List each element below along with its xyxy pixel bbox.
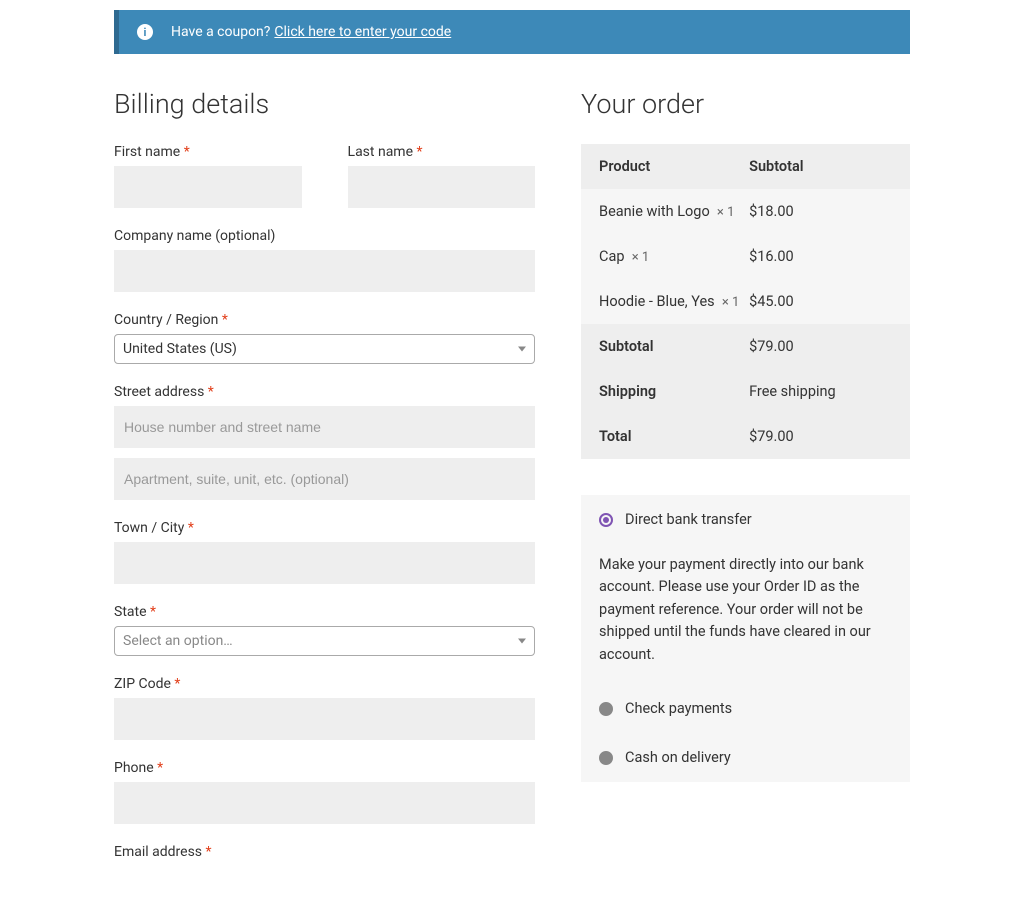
phone-label: Phone * (114, 760, 535, 776)
table-row: Hoodie - Blue, Yes × 1 $45.00 (581, 279, 910, 324)
zip-input[interactable] (114, 698, 535, 740)
last-name-input[interactable] (348, 166, 536, 208)
state-label: State * (114, 604, 535, 620)
total-value: $79.00 (749, 428, 892, 445)
city-label: Town / City * (114, 520, 535, 536)
first-name-label: First name * (114, 144, 302, 160)
subtotal-label: Subtotal (599, 338, 749, 355)
street-input-2[interactable] (114, 458, 535, 500)
payment-option-cod[interactable]: Cash on delivery (581, 733, 910, 782)
order-heading: Your order (581, 88, 910, 120)
info-icon: i (137, 24, 153, 40)
street-input-1[interactable] (114, 406, 535, 448)
first-name-input[interactable] (114, 166, 302, 208)
coupon-link[interactable]: Click here to enter your code (274, 24, 451, 40)
state-placeholder: Select an option… (123, 633, 233, 649)
zip-label: ZIP Code * (114, 676, 535, 692)
order-table: Product Subtotal Beanie with Logo × 1 $1… (581, 144, 910, 459)
street-label: Street address * (114, 384, 535, 400)
payment-bank-desc: Make your payment directly into our bank… (581, 544, 910, 684)
order-th-product: Product (599, 158, 749, 175)
country-select[interactable]: United States (US) (114, 334, 535, 364)
payment-option-check[interactable]: Check payments (581, 684, 910, 733)
last-name-label: Last name * (348, 144, 536, 160)
payment-cod-label: Cash on delivery (625, 749, 731, 766)
payment-bank-label: Direct bank transfer (625, 511, 752, 528)
payment-methods: Direct bank transfer Make your payment d… (581, 495, 910, 782)
order-th-subtotal: Subtotal (749, 158, 892, 175)
radio-icon (599, 702, 613, 716)
coupon-notice: i Have a coupon? Click here to enter you… (114, 10, 910, 54)
subtotal-value: $79.00 (749, 338, 892, 355)
city-input[interactable] (114, 542, 535, 584)
country-label: Country / Region * (114, 312, 535, 328)
billing-heading: Billing details (114, 88, 535, 120)
payment-option-bank[interactable]: Direct bank transfer (581, 495, 910, 544)
table-row: Cap × 1 $16.00 (581, 234, 910, 279)
table-row: Beanie with Logo × 1 $18.00 (581, 189, 910, 234)
phone-input[interactable] (114, 782, 535, 824)
payment-check-label: Check payments (625, 700, 732, 717)
radio-icon (599, 751, 613, 765)
shipping-value: Free shipping (749, 383, 892, 400)
company-input[interactable] (114, 250, 535, 292)
coupon-notice-text: Have a coupon? (171, 24, 270, 40)
radio-icon (599, 513, 613, 527)
email-label: Email address * (114, 844, 535, 860)
company-label: Company name (optional) (114, 228, 535, 244)
shipping-label: Shipping (599, 383, 749, 400)
total-label: Total (599, 428, 749, 445)
state-select[interactable]: Select an option… (114, 626, 535, 656)
country-value: United States (US) (123, 341, 237, 357)
